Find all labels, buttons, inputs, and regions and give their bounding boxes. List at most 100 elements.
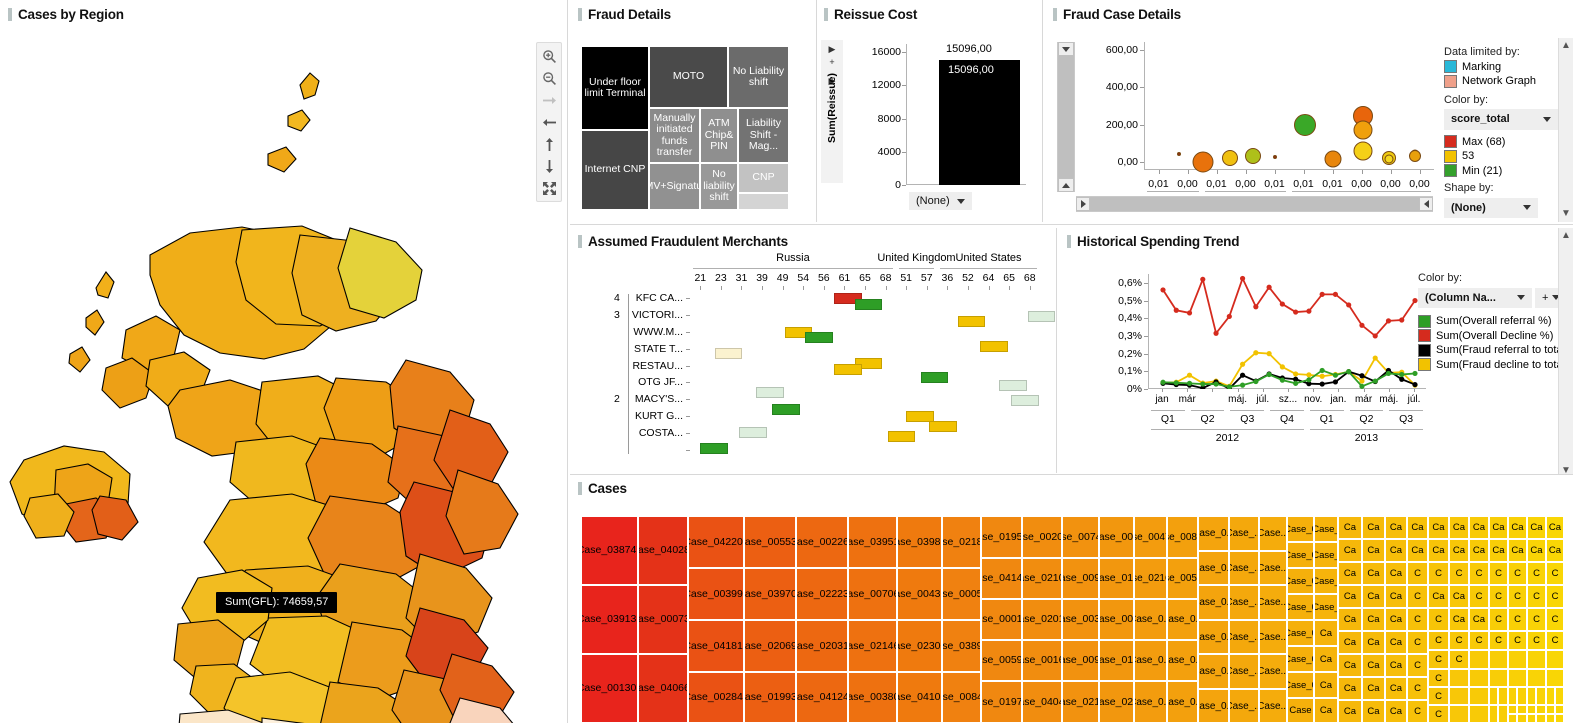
trend-point[interactable] (1279, 364, 1285, 370)
case-treemap-cell[interactable]: Case_039707 (744, 568, 796, 620)
case-treemap-cell[interactable]: Ca (1489, 516, 1508, 539)
case-treemap-cell[interactable] (1527, 714, 1536, 723)
merchant-mark[interactable] (772, 403, 801, 415)
case-treemap-cell[interactable]: Case_008411 (942, 672, 981, 723)
color-scale-item[interactable]: 53 (1444, 149, 1562, 164)
trend-point[interactable] (1253, 350, 1259, 356)
trend-point[interactable] (1399, 376, 1405, 382)
case-treemap-cell[interactable]: Ca (1385, 585, 1407, 608)
case-treemap-cell[interactable] (1517, 705, 1527, 714)
trend-point[interactable] (1293, 371, 1299, 377)
case-treemap-cell[interactable] (1527, 669, 1546, 687)
case-treemap-cell[interactable]: Case_... (1229, 551, 1259, 585)
case-treemap-cell[interactable]: Case_ (1314, 594, 1338, 620)
case-treemap-cell[interactable]: Case_0... (1198, 516, 1229, 551)
case-treemap-cell[interactable]: Ca (1508, 516, 1527, 539)
case-treemap-cell[interactable]: Case_000731 (638, 585, 688, 654)
case-treemap-cell[interactable]: C (1428, 562, 1449, 585)
fcd-horizontal-scrollbar[interactable] (1076, 196, 1433, 212)
case-treemap-cell[interactable]: Case_003... (1062, 599, 1099, 640)
case-treemap-cell[interactable]: Case_004379 (897, 568, 942, 620)
case-treemap-cell[interactable]: Ca (1385, 516, 1407, 539)
trend-point[interactable] (1293, 380, 1299, 386)
case-treemap-cell[interactable]: C (1527, 631, 1546, 650)
case-treemap-cell[interactable] (1498, 705, 1508, 723)
trend-point[interactable] (1186, 372, 1193, 378)
case-treemap-cell[interactable]: Case_ (1314, 542, 1338, 568)
case-treemap-cell[interactable]: Case_0 (1287, 620, 1314, 646)
fcd-vertical-scrollbar[interactable] (1057, 42, 1075, 192)
case-treemap-cell[interactable]: Case_0... (1198, 620, 1229, 654)
case-treemap-cell[interactable] (1527, 687, 1536, 705)
case-treemap-cell[interactable]: Case... (1259, 516, 1287, 551)
case-treemap-cell[interactable]: C (1527, 608, 1546, 631)
case-treemap-cell[interactable]: C (1407, 700, 1428, 723)
case-treemap-cell[interactable]: C (1469, 631, 1489, 650)
trend-point[interactable] (1372, 378, 1378, 384)
fraud-treemap-cell[interactable]: ATM Chip& PIN (700, 108, 738, 163)
case-treemap-cell[interactable]: Case_040283 (638, 516, 688, 585)
case-treemap-cell[interactable]: Case_003995 (688, 568, 744, 620)
trend-point[interactable] (1332, 291, 1339, 297)
case-treemap-cell[interactable]: Ca (1314, 646, 1338, 672)
merchant-mark[interactable] (700, 443, 729, 455)
merchant-mark[interactable] (755, 387, 784, 399)
case-treemap-cell[interactable]: Case_019547 (981, 516, 1022, 558)
case-treemap-cell[interactable]: Case_00... (1099, 599, 1134, 640)
trend-point[interactable] (1359, 378, 1365, 384)
case-treemap-cell[interactable]: Case_0201... (1022, 599, 1062, 640)
case-treemap-cell[interactable] (1449, 669, 1469, 687)
merchant-mark[interactable] (714, 348, 743, 360)
fraud-treemap-cell[interactable]: Under floor limit Terminal (581, 46, 649, 130)
case-treemap-cell[interactable]: Case_021851 (942, 516, 981, 568)
trend-point[interactable] (1239, 361, 1246, 367)
trend-point[interactable] (1160, 287, 1166, 293)
trend-point[interactable] (1319, 381, 1325, 387)
case-treemap-cell[interactable]: Case_0... (1198, 689, 1229, 723)
case-treemap-cell[interactable]: Case_007067 (848, 568, 897, 620)
fraud-treemap-cell[interactable]: EMV+Signature (649, 163, 700, 210)
case-treemap-cell[interactable] (1508, 687, 1517, 705)
case-treemap-cell[interactable]: Case_009... (1062, 640, 1099, 681)
arrow-right-icon[interactable] (538, 89, 560, 111)
trend-point[interactable] (1332, 379, 1339, 385)
trend-point[interactable] (1239, 372, 1246, 378)
reissue-axis-controls[interactable]: ▶ + ▶ Sum(Reissue) (821, 40, 843, 183)
case-treemap-cell[interactable]: C (1508, 562, 1527, 585)
case-treemap-cell[interactable]: Ca (1362, 677, 1385, 700)
merchants-chart[interactable]: KFC CA... VICTORI... WWW.M... STATE T... RES… (614, 252, 1056, 458)
case-treemap-cell[interactable]: Case_041051 (897, 672, 942, 723)
case-treemap-cell[interactable]: Ca (1508, 539, 1527, 562)
legend-item[interactable]: Network Graph (1444, 74, 1562, 89)
trend-point[interactable] (1200, 276, 1206, 282)
merchant-mark[interactable] (998, 379, 1027, 391)
legend-item[interactable]: Sum(Overall referral %) (1418, 314, 1568, 329)
case-treemap-cell[interactable]: Case... (1259, 689, 1287, 723)
arrow-up-icon[interactable] (538, 133, 560, 155)
case-treemap-cell[interactable]: Ca (1314, 698, 1338, 723)
scatter-bubble[interactable] (1244, 148, 1261, 165)
trend-point[interactable] (1173, 380, 1179, 386)
trend-point[interactable] (1372, 333, 1378, 339)
historical-color-by-dropdown[interactable]: (Column Na... (1418, 287, 1532, 308)
case-treemap-cell[interactable]: Ca (1449, 539, 1469, 562)
case-treemap-cell[interactable]: Ca (1407, 516, 1428, 539)
case-treemap-cell[interactable]: Ca (1362, 516, 1385, 539)
scroll-right-arrow-icon[interactable] (1419, 197, 1433, 211)
case-treemap-cell[interactable]: Ca (1385, 654, 1407, 677)
trend-point[interactable] (1173, 307, 1179, 313)
legend-item[interactable]: Sum(Overall Decline %) (1418, 329, 1568, 344)
fcd-panel-scrollbar[interactable]: ▲ ▼ (1558, 38, 1573, 222)
case-treemap-cell[interactable] (1469, 705, 1489, 723)
scatter-bubble[interactable] (1353, 141, 1373, 161)
case-treemap-cell[interactable]: Ca (1362, 562, 1385, 585)
case-treemap-cell[interactable]: Case_... (1229, 620, 1259, 654)
case-treemap-cell[interactable]: Case_002267 (796, 516, 848, 568)
case-treemap-cell[interactable]: Case_0 (1287, 516, 1314, 542)
case-treemap-cell[interactable]: C (1546, 585, 1564, 608)
trend-point[interactable] (1253, 378, 1259, 385)
case-treemap-cell[interactable]: C (1546, 631, 1564, 650)
scatter-bubble[interactable] (1272, 155, 1277, 160)
fraud-treemap-cell[interactable]: No liability shift (700, 163, 738, 210)
case-treemap-cell[interactable] (1546, 650, 1564, 669)
